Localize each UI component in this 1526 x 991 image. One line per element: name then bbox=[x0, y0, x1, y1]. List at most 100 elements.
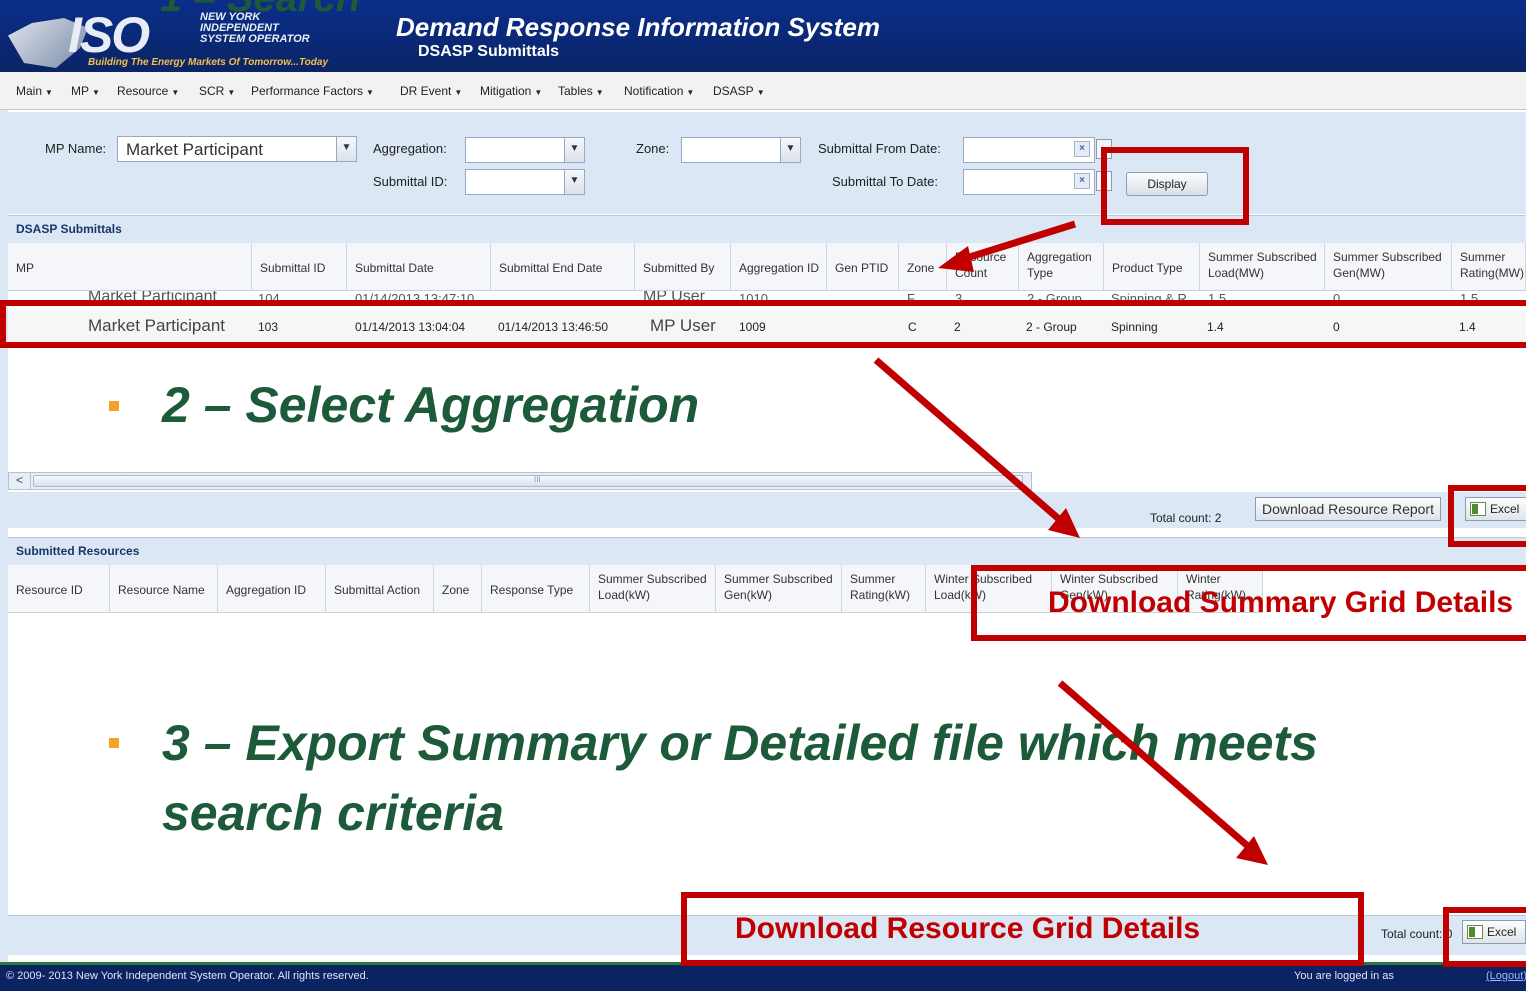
status-bar: © 2009- 2013 New York Independent System… bbox=[0, 962, 1526, 991]
horizontal-scrollbar[interactable]: < III bbox=[8, 472, 1032, 490]
scroll-thumb[interactable]: III bbox=[33, 475, 1023, 487]
chevron-down-icon: ▼ bbox=[595, 88, 604, 97]
col-summer-rating[interactable]: Summer Rating(MW) bbox=[1452, 243, 1526, 291]
callout-download-summary: Download Summary Grid Details bbox=[1048, 586, 1514, 619]
page-title: DSASP Submittals bbox=[418, 43, 560, 60]
menu-resource-label: Resource bbox=[117, 84, 169, 98]
chevron-down-icon[interactable]: ▼ bbox=[564, 170, 584, 194]
submittals-grid-header: MP Submittal ID Submittal Date Submittal… bbox=[8, 243, 1526, 291]
submittals-grid-title: DSASP Submittals bbox=[8, 215, 1526, 243]
menu-dsasp[interactable]: DSASP ▼ bbox=[713, 84, 765, 98]
app-title: Demand Response Information System bbox=[396, 12, 880, 42]
col-resource-name[interactable]: Resource Name bbox=[110, 565, 218, 613]
main-menu-bar: Main ▼ MP ▼ Resource ▼ SCR ▼ Performance Fac… bbox=[0, 72, 1526, 110]
menu-performance-factors-label: Performance Factors bbox=[251, 84, 364, 98]
zone-combo[interactable]: ▼ bbox=[681, 137, 801, 163]
menu-dsasp-label: DSASP bbox=[713, 84, 754, 98]
resources-grid-title: Submitted Resources bbox=[8, 537, 1526, 565]
aggregation-combo[interactable]: ▼ bbox=[465, 137, 585, 163]
col-summer-subscribed-gen-kw[interactable]: Summer Subscribed Gen(kW) bbox=[716, 565, 842, 613]
col-submittal-end-date[interactable]: Submittal End Date bbox=[491, 243, 635, 291]
menu-dr-event[interactable]: DR Event ▼ bbox=[400, 84, 462, 98]
instruction-step2: 2 – Select Aggregation bbox=[162, 377, 700, 433]
menu-notification[interactable]: Notification ▼ bbox=[624, 84, 694, 98]
logged-in-text: You are logged in as bbox=[1294, 970, 1394, 982]
menu-performance-factors[interactable]: Performance Factors ▼ bbox=[251, 84, 374, 98]
bullet-icon bbox=[109, 401, 119, 411]
menu-dr-event-label: DR Event bbox=[400, 84, 452, 98]
chevron-down-icon: ▼ bbox=[756, 88, 765, 97]
col-zone[interactable]: Zone bbox=[899, 243, 947, 291]
from-date-label: Submittal From Date: bbox=[818, 141, 941, 156]
bullet-icon bbox=[109, 738, 119, 748]
col-aggregation-id[interactable]: Aggregation ID bbox=[218, 565, 326, 613]
menu-resource[interactable]: Resource ▼ bbox=[117, 84, 179, 98]
chevron-down-icon: ▼ bbox=[534, 88, 543, 97]
col-summer-subscribed-gen[interactable]: Summer Subscribed Gen(MW) bbox=[1325, 243, 1452, 291]
scroll-left-arrow-icon[interactable]: < bbox=[9, 473, 31, 489]
clear-icon[interactable]: × bbox=[1074, 173, 1090, 189]
chevron-down-icon[interactable]: ▼ bbox=[564, 138, 584, 162]
col-zone[interactable]: Zone bbox=[434, 565, 482, 613]
menu-scr-label: SCR bbox=[199, 84, 225, 98]
submittal-id-combo[interactable]: ▼ bbox=[465, 169, 585, 195]
col-resource-id[interactable]: Resource ID bbox=[8, 565, 110, 613]
logo-mark: ISO bbox=[68, 7, 150, 63]
instruction-step3-line1: 3 – Export Summary or Detailed file whic… bbox=[162, 715, 1318, 771]
instruction-step3-line2: search criteria bbox=[162, 785, 504, 841]
col-summer-subscribed-load-kw[interactable]: Summer Subscribed Load(kW) bbox=[590, 565, 716, 613]
aggregation-label: Aggregation: bbox=[373, 141, 447, 156]
chevron-down-icon: ▼ bbox=[171, 88, 180, 97]
chevron-down-icon: ▼ bbox=[686, 88, 695, 97]
col-aggregation-id[interactable]: Aggregation ID bbox=[731, 243, 827, 291]
download-resource-report-button[interactable]: Download Resource Report bbox=[1255, 497, 1441, 521]
annotation-box-excel-summary bbox=[1448, 485, 1526, 547]
clear-icon[interactable]: × bbox=[1074, 141, 1090, 157]
logout-link[interactable]: (Logout) bbox=[1486, 970, 1526, 982]
callout-download-resource: Download Resource Grid Details bbox=[735, 912, 1201, 945]
logo-tagline: Building The Energy Markets Of Tomorrow.… bbox=[88, 57, 329, 68]
menu-notification-label: Notification bbox=[624, 84, 684, 98]
logo-line-3: SYSTEM OPERATOR bbox=[200, 33, 310, 45]
nyiso-logo: ISO NEW YORK INDEPENDENT SYSTEM OPERATOR… bbox=[8, 10, 378, 70]
mp-name-value: Market Participant bbox=[126, 140, 263, 159]
menu-mitigation[interactable]: Mitigation ▼ bbox=[480, 84, 542, 98]
annotation-box-selected-row bbox=[0, 300, 1526, 348]
to-date-label: Submittal To Date: bbox=[832, 174, 938, 189]
col-response-type[interactable]: Response Type bbox=[482, 565, 590, 613]
menu-tables[interactable]: Tables ▼ bbox=[558, 84, 604, 98]
chevron-down-icon: ▼ bbox=[227, 88, 236, 97]
col-submittal-action[interactable]: Submittal Action bbox=[326, 565, 434, 613]
menu-mitigation-label: Mitigation bbox=[480, 84, 532, 98]
col-product-type[interactable]: Product Type bbox=[1104, 243, 1200, 291]
menu-mp[interactable]: MP ▼ bbox=[71, 84, 100, 98]
scroll-grip: III bbox=[534, 475, 541, 484]
col-submitted-by[interactable]: Submitted By bbox=[635, 243, 731, 291]
col-summer-rating-kw[interactable]: Summer Rating(kW) bbox=[842, 565, 926, 613]
menu-scr[interactable]: SCR ▼ bbox=[199, 84, 235, 98]
chevron-down-icon[interactable]: ▼ bbox=[336, 137, 356, 161]
col-submittal-id[interactable]: Submittal ID bbox=[252, 243, 347, 291]
col-summer-subscribed-load[interactable]: Summer Subscribed Load(MW) bbox=[1200, 243, 1325, 291]
menu-main-label: Main bbox=[16, 84, 43, 98]
from-date-field[interactable]: × bbox=[963, 137, 1095, 163]
app-header: 1 – Search ISO NEW YORK INDEPENDENT SYST… bbox=[0, 0, 1526, 72]
mp-name-label: MP Name: bbox=[45, 141, 107, 156]
col-aggregation-type[interactable]: Aggregation Type bbox=[1019, 243, 1104, 291]
annotation-box-excel-resource bbox=[1443, 907, 1526, 967]
search-panel-header bbox=[8, 112, 1526, 124]
left-frame-rail bbox=[0, 110, 8, 962]
mp-name-combo[interactable]: Market Participant ▼ bbox=[117, 136, 357, 162]
annotation-box-display bbox=[1101, 147, 1249, 225]
chevron-down-icon: ▼ bbox=[454, 88, 463, 97]
chevron-down-icon[interactable]: ▼ bbox=[780, 138, 800, 162]
menu-tables-label: Tables bbox=[558, 84, 593, 98]
menu-main[interactable]: Main ▼ bbox=[16, 84, 53, 98]
col-resource-count[interactable]: Resource Count bbox=[947, 243, 1019, 291]
menu-mp-label: MP bbox=[71, 84, 89, 98]
col-submittal-date[interactable]: Submittal Date bbox=[347, 243, 491, 291]
chevron-down-icon: ▼ bbox=[92, 88, 100, 97]
to-date-field[interactable]: × bbox=[963, 169, 1095, 195]
col-gen-ptid[interactable]: Gen PTID bbox=[827, 243, 899, 291]
col-mp[interactable]: MP bbox=[8, 243, 252, 291]
